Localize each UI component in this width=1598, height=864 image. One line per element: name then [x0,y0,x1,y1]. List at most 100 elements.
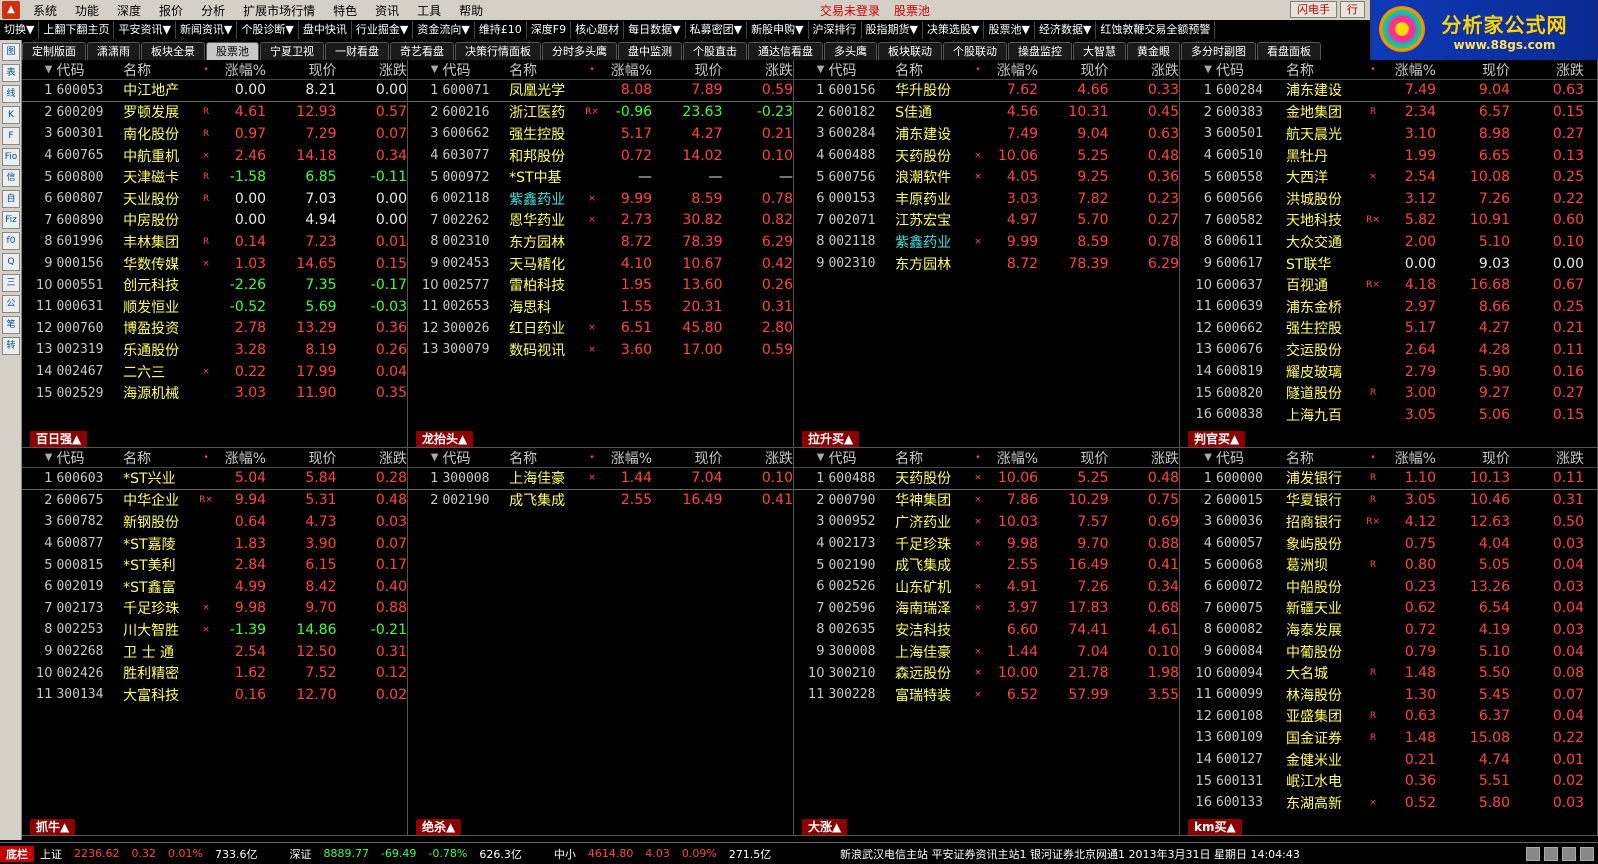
header-code[interactable]: 代码 [56,448,123,468]
table-row[interactable]: 7 600075 新疆天业 0.62 6.54 0.04 [1180,598,1597,620]
header-price[interactable]: 现价 [1436,60,1510,80]
table-row[interactable]: 6 002118 紫鑫药业 × 9.99 8.59 0.78 [408,188,793,210]
tray-icon[interactable] [1562,846,1576,861]
header-pct[interactable]: 涨幅% [989,448,1038,468]
flash-hand-button[interactable]: 闪电手 [1290,1,1337,18]
table-row[interactable]: 2 600015 华夏银行 R 3.05 10.46 0.31 [1180,490,1597,512]
tab-12[interactable]: 多头鹰 [824,42,877,60]
table-row[interactable]: 5 000815 *ST美利 2.84 6.15 0.17 [22,554,407,576]
table-row[interactable]: 6 600072 中船股份 0.23 13.26 0.03 [1180,576,1597,598]
table-row[interactable]: 2 600383 金地集团 R 2.34 6.57 0.15 [1180,102,1597,124]
header-chg[interactable]: 涨跌 [723,448,793,468]
menu-item-0[interactable]: 系统 [24,2,66,19]
table-row[interactable]: 12 300026 红日药业 × 6.51 45.80 2.80 [408,318,793,340]
table-row[interactable]: 1 600284 浦东建设 7.49 9.04 0.63 [1180,80,1597,102]
panel-title-tab[interactable]: 抓牛▲ [30,819,76,835]
table-row[interactable]: 5 000972 *ST中基 — — — [408,166,793,188]
left-tool-icon-7[interactable]: 自 [2,190,20,208]
toolbar-button-12[interactable]: 私募密团▼ [686,21,748,39]
left-tool-icon-2[interactable]: 线 [2,85,20,103]
header-price[interactable]: 现价 [1038,60,1109,80]
table-row[interactable]: 15 600131 岷江水电 0.36 5.51 0.02 [1180,770,1597,792]
table-row[interactable]: 9 002453 天马精化 4.10 10.67 0.42 [408,253,793,275]
header-name[interactable]: 名称 [895,60,967,80]
header-chg[interactable]: 涨跌 [1109,448,1179,468]
table-row[interactable]: 16 600838 上海九百 3.05 5.06 0.15 [1180,404,1597,426]
header-pct[interactable]: 涨幅% [989,60,1038,80]
header-dot[interactable]: • [1362,453,1384,463]
table-row[interactable]: 6 002019 *ST鑫富 4.99 8.42 0.40 [22,576,407,598]
table-row[interactable]: 10 000551 创元科技 -2.26 7.35 -0.17 [22,274,407,296]
left-tool-icon-12[interactable]: 公 [2,295,20,313]
header-name[interactable]: 名称 [123,448,195,468]
table-row[interactable]: 1 300008 上海佳豪 × 1.44 7.04 0.10 [408,468,793,490]
table-row[interactable]: 4 600765 中航重机 × 2.46 14.18 0.34 [22,145,407,167]
table-row[interactable]: 9 600617 ST联华 0.00 9.03 0.00 [1180,253,1597,275]
toolbar-button-9[interactable]: 深度F9 [527,21,572,39]
tab-16[interactable]: 大智慧 [1073,42,1126,60]
table-row[interactable]: 13 300079 数码视讯 × 3.60 17.00 0.59 [408,339,793,361]
tray-icon[interactable] [1544,846,1558,861]
header-pct[interactable]: 涨幅% [1384,60,1436,80]
left-tool-icon-13[interactable]: 笔 [2,316,20,334]
table-row[interactable]: 4 002173 千足珍珠 × 9.98 9.70 0.88 [794,533,1179,555]
header-dot[interactable]: • [196,453,217,463]
table-row[interactable]: 2 000790 华神集团 × 7.86 10.29 0.75 [794,490,1179,512]
sort-arrow-icon[interactable]: ▼ [408,452,442,463]
toolbar-button-18[interactable]: 经济数据▼ [1035,21,1097,39]
toolbar-button-16[interactable]: 决策选股▼ [923,21,985,39]
table-row[interactable]: 15 600820 隧道股份 R 3.00 9.27 0.27 [1180,382,1597,404]
stock-pool-link[interactable]: 股票池 [894,2,930,19]
table-row[interactable]: 8 002635 安洁科技 6.60 74.41 4.61 [794,619,1179,641]
table-row[interactable]: 5 600068 葛洲坝 R 0.80 5.05 0.04 [1180,554,1597,576]
tab-15[interactable]: 操盘监控 [1008,42,1072,60]
table-row[interactable]: 10 300210 森远股份 × 10.00 21.78 1.98 [794,662,1179,684]
tab-18[interactable]: 多分时副图 [1181,42,1256,60]
sort-arrow-icon[interactable]: ▼ [22,452,56,463]
header-name[interactable]: 名称 [895,448,967,468]
table-row[interactable]: 1 600000 浦发银行 R 1.10 10.13 0.11 [1180,468,1597,490]
table-row[interactable]: 7 002071 江苏宏宝 4.97 5.70 0.27 [794,210,1179,232]
table-row[interactable]: 3 600036 招商银行 R× 4.12 12.63 0.50 [1180,511,1597,533]
tab-8[interactable]: 分时多头鹰 [542,42,617,60]
table-row[interactable]: 1 600071 凤凰光学 8.08 7.89 0.59 [408,80,793,102]
sort-arrow-icon[interactable]: ▼ [794,452,828,463]
toolbar-button-15[interactable]: 股指期货▼ [862,21,924,39]
left-tool-icon-1[interactable]: 表 [2,64,20,82]
table-row[interactable]: 2 600216 浙江医药 R× -0.96 23.63 -0.23 [408,102,793,124]
table-row[interactable]: 9 000156 华数传媒 × 1.03 14.65 0.15 [22,253,407,275]
table-row[interactable]: 12 600662 强生控股 5.17 4.27 0.21 [1180,318,1597,340]
menu-item-2[interactable]: 深度 [108,2,150,19]
table-row[interactable]: 3 600301 南化股份 R 0.97 7.29 0.07 [22,123,407,145]
toolbar-button-17[interactable]: 股票池▼ [984,21,1035,39]
header-code[interactable]: 代码 [1216,60,1286,80]
table-row[interactable]: 6 002526 山东矿机 × 4.91 7.26 0.34 [794,576,1179,598]
panel-title-tab[interactable]: 大涨▲ [802,819,848,835]
menu-item-8[interactable]: 工具 [408,2,450,19]
table-row[interactable]: 11 300228 富瑞特装 × 6.52 57.99 3.55 [794,684,1179,706]
tab-6[interactable]: 奇艺看盘 [390,42,454,60]
panel-title-tab[interactable]: 百日强▲ [30,431,88,447]
header-price[interactable]: 现价 [1038,448,1109,468]
header-code[interactable]: 代码 [442,60,509,80]
panel-title-tab[interactable]: km买▲ [1188,819,1242,835]
toolbar-button-3[interactable]: 新闻资讯▼ [176,21,238,39]
tab-1[interactable]: 潇潇雨 [87,42,140,60]
table-row[interactable]: 8 002253 川大智胜 × -1.39 14.86 -0.21 [22,619,407,641]
left-tool-icon-11[interactable]: 三 [2,274,20,292]
table-row[interactable]: 8 600611 大众交通 2.00 5.10 0.10 [1180,231,1597,253]
panel-title-tab[interactable]: 绝杀▲ [416,819,462,835]
table-row[interactable]: 10 600637 百视通 R× 4.18 16.68 0.67 [1180,274,1597,296]
header-dot[interactable]: • [968,65,989,75]
table-row[interactable]: 5 600800 天津磁卡 R -1.58 6.85 -0.11 [22,166,407,188]
table-row[interactable]: 10 002577 雷柏科技 1.95 13.60 0.26 [408,274,793,296]
menu-item-4[interactable]: 分析 [192,2,234,19]
table-row[interactable]: 5 002190 成飞集成 2.55 16.49 0.41 [794,554,1179,576]
tab-3[interactable]: 股票池 [206,42,259,60]
header-code[interactable]: 代码 [442,448,509,468]
table-row[interactable]: 13 600109 国金证券 R 1.48 15.08 0.22 [1180,727,1597,749]
left-tool-icon-3[interactable]: K [2,106,20,124]
table-row[interactable]: 4 603077 和邦股份 0.72 14.02 0.10 [408,145,793,167]
table-row[interactable]: 11 000631 顺发恒业 -0.52 5.69 -0.03 [22,296,407,318]
tab-13[interactable]: 板块联动 [878,42,942,60]
